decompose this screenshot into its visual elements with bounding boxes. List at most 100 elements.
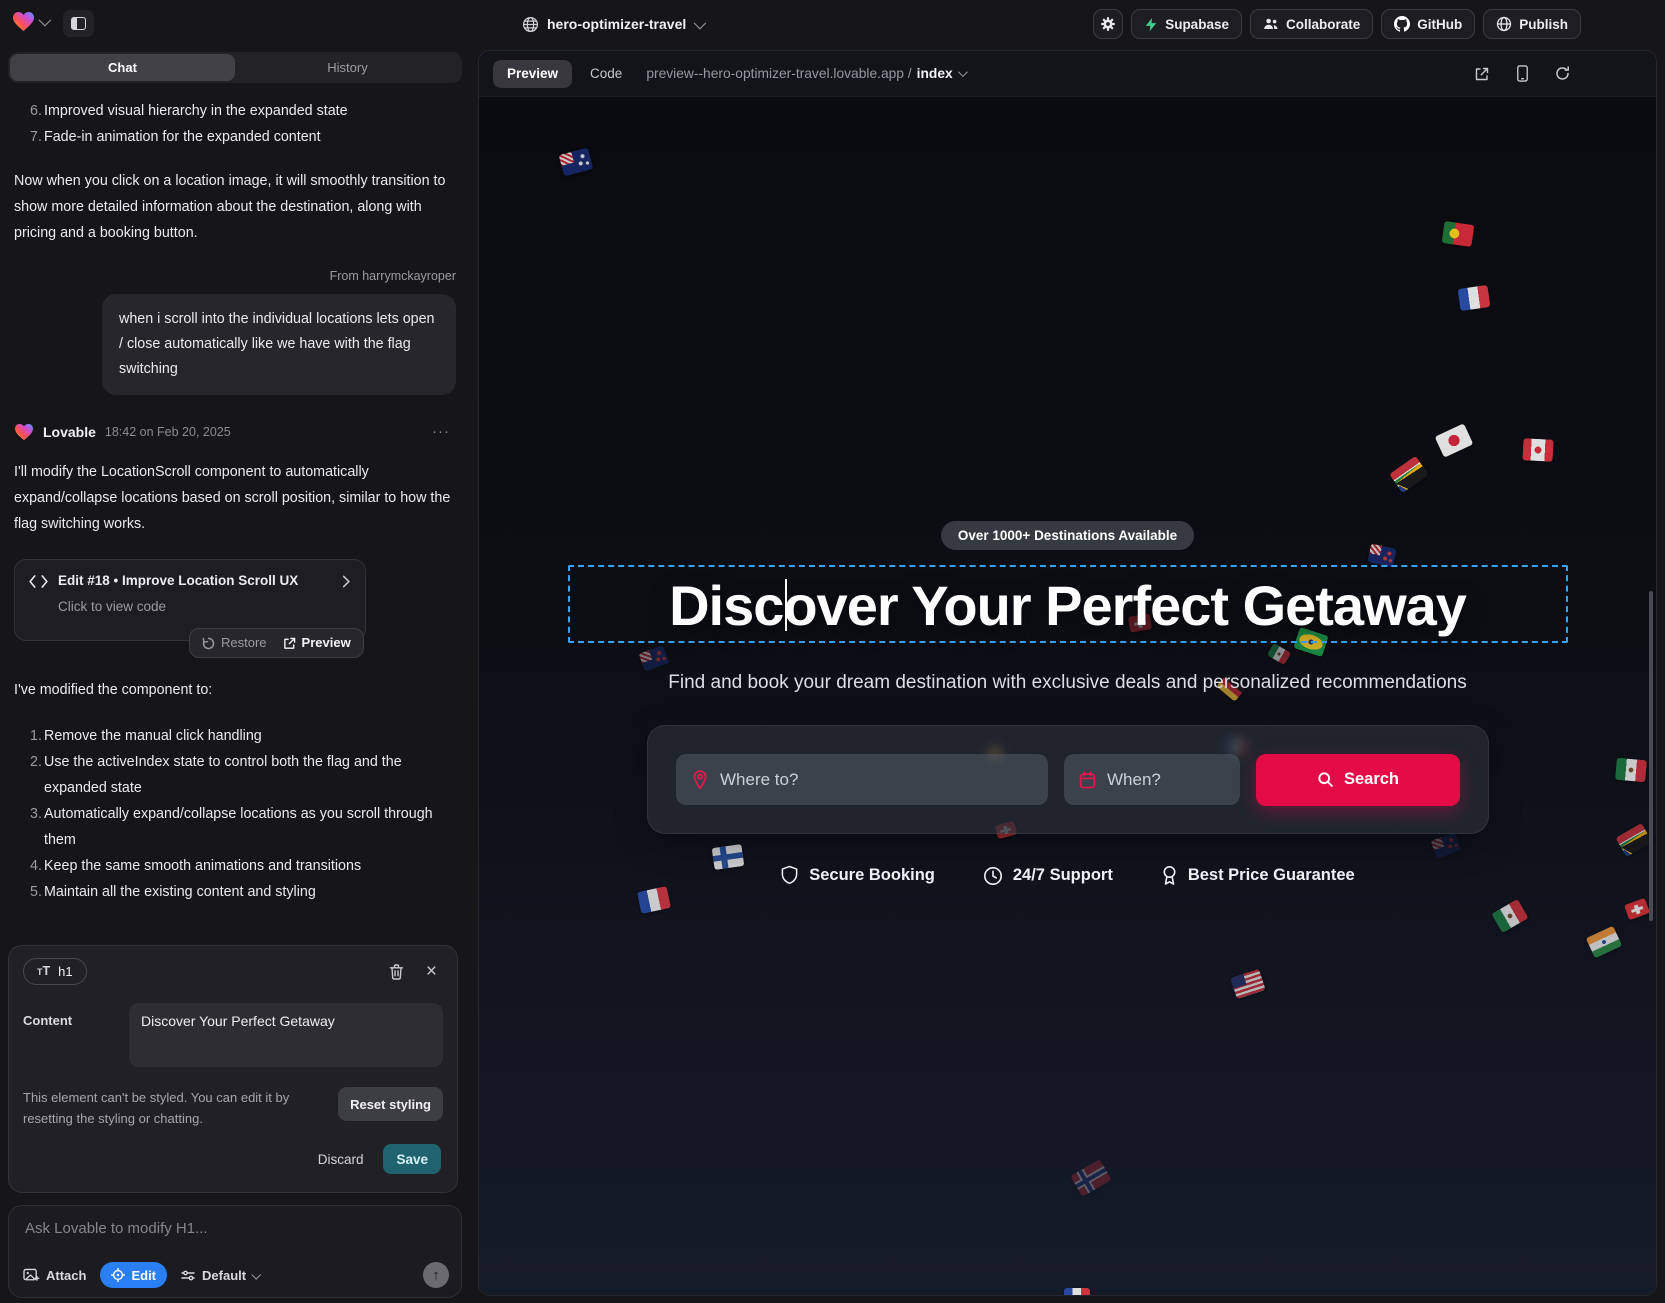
delete-element-button[interactable] (389, 964, 404, 980)
edit-card-subtitle: Click to view code (58, 598, 351, 616)
chevron-down-icon (39, 14, 52, 27)
preview-version-label: Preview (302, 630, 351, 656)
attach-button[interactable]: Attach (23, 1268, 86, 1283)
chat-transcript[interactable]: 6.Improved visual hierarchy in the expan… (0, 90, 470, 940)
globe-icon (522, 16, 539, 33)
clock-icon (983, 866, 1003, 886)
hero-subtitle: Find and book your dream destination wit… (479, 672, 1656, 694)
content-textarea[interactable]: Discover Your Perfect Getaway (129, 1003, 443, 1067)
app-header: hero-optimizer-travel (0, 0, 1665, 48)
ellipsis-icon[interactable]: ··· (432, 419, 450, 445)
discard-button[interactable]: Discard (318, 1152, 364, 1167)
open-in-new-tab-button[interactable] (1474, 66, 1490, 82)
flag-fr-icon (1458, 285, 1491, 311)
flag-us-icon (1230, 969, 1265, 999)
site-hero: Over 1000+ Destinations Available Discov… (479, 97, 1656, 1295)
where-input[interactable]: Where to? (676, 754, 1048, 805)
restore-button[interactable]: Restore (202, 630, 267, 656)
version-actions: Restore Preview (189, 628, 364, 658)
lovable-heart-icon (12, 11, 35, 32)
target-edit-icon (111, 1268, 125, 1282)
tab-history[interactable]: History (235, 54, 460, 81)
assistant-paragraph: I'll modify the LocationScroll component… (14, 459, 456, 537)
save-button[interactable]: Save (383, 1144, 441, 1174)
hero-title[interactable]: Discover Your Perfect Getaway (479, 573, 1656, 638)
when-input[interactable]: When? (1064, 754, 1240, 805)
list-item: 7.Fade-in animation for the expanded con… (14, 124, 456, 150)
flag-pt-icon (1442, 221, 1475, 247)
restore-label: Restore (221, 630, 267, 656)
mobile-icon (1516, 65, 1529, 82)
github-icon (1394, 16, 1410, 32)
flag-in-icon (1586, 926, 1622, 959)
search-bar: Where to? When? Search (647, 725, 1489, 834)
feature-best-price: Best Price Guarantee (1161, 865, 1355, 886)
chevron-down-icon (958, 67, 968, 77)
calendar-icon (1079, 771, 1096, 789)
sidebar-toggle-button[interactable] (63, 10, 94, 37)
publish-button[interactable]: Publish (1483, 9, 1581, 39)
supabase-button[interactable]: Supabase (1131, 9, 1242, 39)
preview-panel: Preview Code preview--hero-optimizer-tra… (478, 50, 1657, 1296)
edit-mode-button[interactable]: Edit (100, 1262, 167, 1288)
element-tag-pill[interactable]: TT h1 (23, 958, 87, 985)
flag-jp-icon (1435, 423, 1474, 457)
scrollbar-thumb[interactable] (1649, 591, 1653, 921)
github-label: GitHub (1417, 17, 1462, 32)
flag-nz-icon (1431, 832, 1462, 859)
map-pin-icon (691, 770, 709, 790)
supabase-bolt-icon (1144, 17, 1158, 32)
list-item: 2.Use the activeIndex state to control b… (14, 749, 456, 801)
flag-ch-icon (1624, 898, 1650, 921)
settings-button[interactable] (1093, 9, 1123, 39)
refresh-button[interactable] (1555, 66, 1570, 81)
previous-steps-list: 6.Improved visual hierarchy in the expan… (14, 98, 456, 150)
flag-mx-icon (1615, 758, 1647, 783)
message-timestamp: 18:42 on Feb 20, 2025 (105, 419, 231, 445)
project-switcher[interactable]: hero-optimizer-travel (522, 0, 703, 48)
publish-label: Publish (1519, 17, 1568, 32)
github-button[interactable]: GitHub (1381, 9, 1475, 39)
flag-ca-icon (1522, 438, 1553, 462)
tab-chat[interactable]: Chat (10, 54, 235, 81)
tab-code[interactable]: Code (590, 66, 622, 81)
model-selector[interactable]: Default (181, 1268, 259, 1283)
feature-label: Best Price Guarantee (1188, 866, 1355, 885)
flag-za-icon (1616, 823, 1653, 857)
flag-mx-icon (1492, 899, 1529, 933)
trash-icon (389, 964, 404, 980)
sliders-icon (181, 1269, 196, 1282)
lovable-logo[interactable] (12, 11, 48, 32)
assistant-message-header: Lovable 18:42 on Feb 20, 2025 ··· (14, 419, 456, 445)
shield-icon (780, 865, 799, 886)
chat-composer: Ask Lovable to modify H1... Attach Edit … (8, 1205, 462, 1298)
chevron-down-icon (251, 1269, 261, 1279)
edit-card-wrap: Edit #18 • Improve Location Scroll UX Cl… (14, 559, 366, 641)
list-item: 1.Remove the manual click handling (14, 723, 456, 749)
feature-label: 24/7 Support (1013, 866, 1113, 885)
search-icon (1317, 771, 1334, 788)
collaborate-button[interactable]: Collaborate (1250, 9, 1373, 39)
element-editor-panel: TT h1 × Content Discover Your Perfect Ge… (8, 945, 458, 1193)
close-panel-button[interactable]: × (426, 964, 437, 980)
assistant-paragraph: I've modified the component to: (14, 677, 456, 703)
edit-mode-label: Edit (131, 1268, 156, 1283)
chat-history-tabs: Chat History (8, 52, 462, 83)
tab-preview[interactable]: Preview (493, 60, 572, 88)
search-button[interactable]: Search (1256, 754, 1460, 806)
preview-url[interactable]: preview--hero-optimizer-travel.lovable.a… (646, 66, 964, 81)
preview-version-button[interactable]: Preview (283, 630, 351, 656)
list-item: 5.Maintain all the existing content and … (14, 879, 456, 905)
list-item: 3.Automatically expand/collapse location… (14, 801, 456, 853)
chevron-down-icon (694, 16, 707, 29)
list-item: 4.Keep the same smooth animations and tr… (14, 853, 456, 879)
send-button[interactable]: ↑ (423, 1262, 449, 1288)
composer-input[interactable]: Ask Lovable to modify H1... (25, 1220, 445, 1237)
feature-secure-booking: Secure Booking (780, 865, 935, 886)
reset-styling-button[interactable]: Reset styling (338, 1087, 443, 1121)
flag-mx-icon (1267, 643, 1291, 665)
image-attach-icon (23, 1268, 40, 1283)
text-caret (785, 579, 787, 631)
mobile-view-button[interactable] (1516, 65, 1529, 82)
flag-fr-icon (637, 886, 671, 914)
